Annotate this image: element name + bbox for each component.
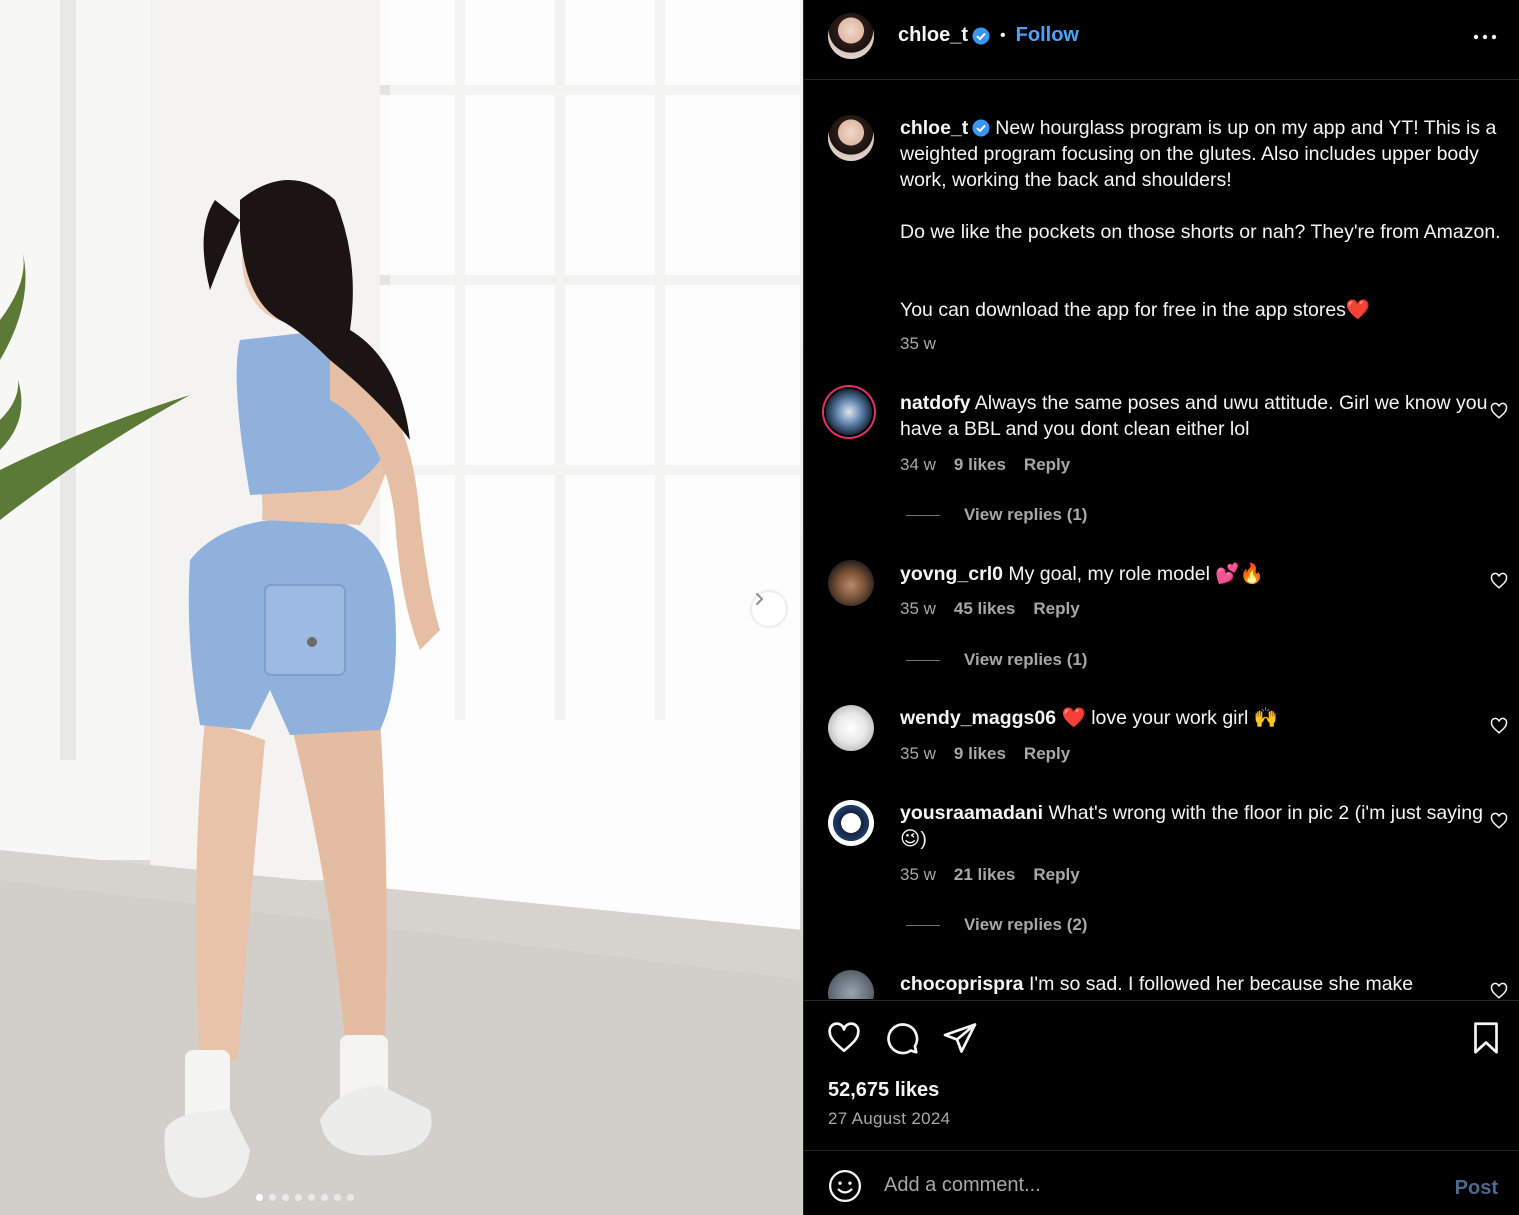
like-comment-heart-icon[interactable] [1490, 982, 1508, 999]
timestamp: 35 w [900, 334, 936, 353]
comment-username[interactable]: natdofy [900, 392, 970, 414]
commenter-avatar[interactable] [826, 389, 872, 435]
carousel-dot [282, 1194, 289, 1201]
author-avatar[interactable] [828, 13, 874, 59]
verified-badge-icon [972, 27, 990, 44]
comment-body: Always the same poses and uwu attitude. … [900, 392, 1488, 440]
caption-username[interactable]: chloe_t [900, 117, 968, 139]
author-username[interactable]: chloe_t [898, 24, 968, 47]
comment-likes[interactable]: 9 likes [954, 744, 1006, 764]
like-comment-heart-icon[interactable] [1490, 402, 1508, 420]
reply-button[interactable]: Reply [1024, 744, 1070, 764]
comment-composer: Post [804, 1150, 1519, 1215]
caption-avatar[interactable] [828, 115, 874, 161]
timestamp: 35 w [900, 744, 936, 763]
commenter-avatar[interactable] [828, 800, 874, 846]
like-comment-heart-icon[interactable] [1490, 572, 1508, 590]
view-replies-button[interactable]: View replies (1) [906, 650, 1087, 670]
comments-list[interactable]: chloe_t New hourglass program is up on my… [804, 81, 1519, 999]
view-replies-label: View replies (1) [964, 650, 1088, 669]
post-actions: 52,675 likes 27 August 2024 [804, 1000, 1519, 1150]
comment-text: yousraamadani What's wrong with the floo… [900, 800, 1502, 852]
commenter-avatar[interactable] [828, 970, 874, 999]
post-media[interactable] [0, 0, 803, 1215]
timestamp: 34 w [900, 455, 936, 474]
comment-text: chocoprispra I'm so sad. I followed her … [900, 971, 1502, 997]
more-options-icon[interactable] [1472, 27, 1498, 47]
view-replies-button[interactable]: View replies (2) [906, 915, 1087, 935]
emoji-icon[interactable] [828, 1169, 862, 1203]
caption-paragraph: Do we like the pockets on those shorts o… [900, 221, 1501, 243]
reply-button[interactable]: Reply [1033, 599, 1079, 619]
commenter-avatar[interactable] [828, 705, 874, 751]
post-header: chloe_t • Follow [804, 0, 1519, 80]
comment-username[interactable]: wendy_maggs06 [900, 707, 1056, 729]
carousel-dot [347, 1194, 354, 1201]
comment-username[interactable]: yovng_crl0 [900, 563, 1003, 585]
carousel-dot [295, 1194, 302, 1201]
carousel-dot [256, 1194, 263, 1201]
comment-likes[interactable]: 45 likes [954, 599, 1015, 619]
comment-text: yovng_crl0 My goal, my role model 💕🔥 [900, 561, 1502, 587]
verified-badge-icon [972, 119, 990, 137]
view-replies-label: View replies (2) [964, 915, 1088, 934]
view-replies-button[interactable]: View replies (1) [906, 505, 1087, 525]
carousel-dot [321, 1194, 328, 1201]
timestamp: 35 w [900, 865, 936, 884]
reply-button[interactable]: Reply [1024, 455, 1070, 475]
likes-count[interactable]: 52,675 likes [828, 1079, 939, 1102]
comment-likes[interactable]: 21 likes [954, 865, 1015, 885]
carousel-dot [308, 1194, 315, 1201]
comment-meta: 35 w 9 likes Reply [900, 744, 1070, 764]
add-comment-input[interactable] [884, 1171, 1424, 1199]
bookmark-icon[interactable] [1468, 1020, 1504, 1056]
post-date: 27 August 2024 [828, 1109, 951, 1128]
comment-meta: 35 w 45 likes Reply [900, 599, 1080, 619]
comment-username[interactable]: yousraamadani [900, 802, 1043, 824]
share-icon[interactable] [942, 1020, 978, 1056]
comment-username[interactable]: chocoprispra [900, 973, 1024, 995]
post-photo [0, 0, 803, 1215]
like-comment-heart-icon[interactable] [1490, 717, 1508, 735]
caption-paragraph: You can download the app for free in the… [900, 299, 1371, 321]
comment-icon[interactable] [884, 1020, 920, 1056]
comment-text: natdofy Always the same poses and uwu at… [900, 390, 1502, 442]
heart-icon[interactable] [826, 1020, 862, 1056]
next-slide-button[interactable] [752, 592, 786, 626]
carousel-dot [269, 1194, 276, 1201]
comment-meta: 34 w 9 likes Reply [900, 455, 1070, 475]
like-comment-heart-icon[interactable] [1490, 812, 1508, 830]
commenter-avatar[interactable] [828, 560, 874, 606]
comment-likes[interactable]: 9 likes [954, 455, 1006, 475]
comment-body: I'm so sad. I followed her because she m… [1028, 973, 1414, 995]
timestamp: 35 w [900, 599, 936, 618]
comment-body: My goal, my role model 💕🔥 [1008, 563, 1264, 585]
post-sidebar: chloe_t • Follow chloe_t New hourglass pr… [803, 0, 1519, 1215]
carousel-indicators [256, 1194, 354, 1201]
comment-meta: 35 w 21 likes Reply [900, 865, 1080, 885]
carousel-dot [334, 1194, 341, 1201]
caption-time: 35 w [900, 334, 936, 354]
comment-body: ❤️ love your work girl 🙌 [1061, 707, 1279, 729]
comment-text: wendy_maggs06 ❤️ love your work girl 🙌 [900, 705, 1502, 731]
chevron-right-icon [756, 593, 763, 605]
reply-button[interactable]: Reply [1033, 865, 1079, 885]
caption-text: chloe_t New hourglass program is up on my… [900, 115, 1502, 193]
follow-button[interactable]: Follow [1016, 24, 1079, 47]
post-comment-button[interactable]: Post [1455, 1177, 1498, 1200]
separator-dot: • [1000, 26, 1006, 44]
view-replies-label: View replies (1) [964, 505, 1088, 524]
